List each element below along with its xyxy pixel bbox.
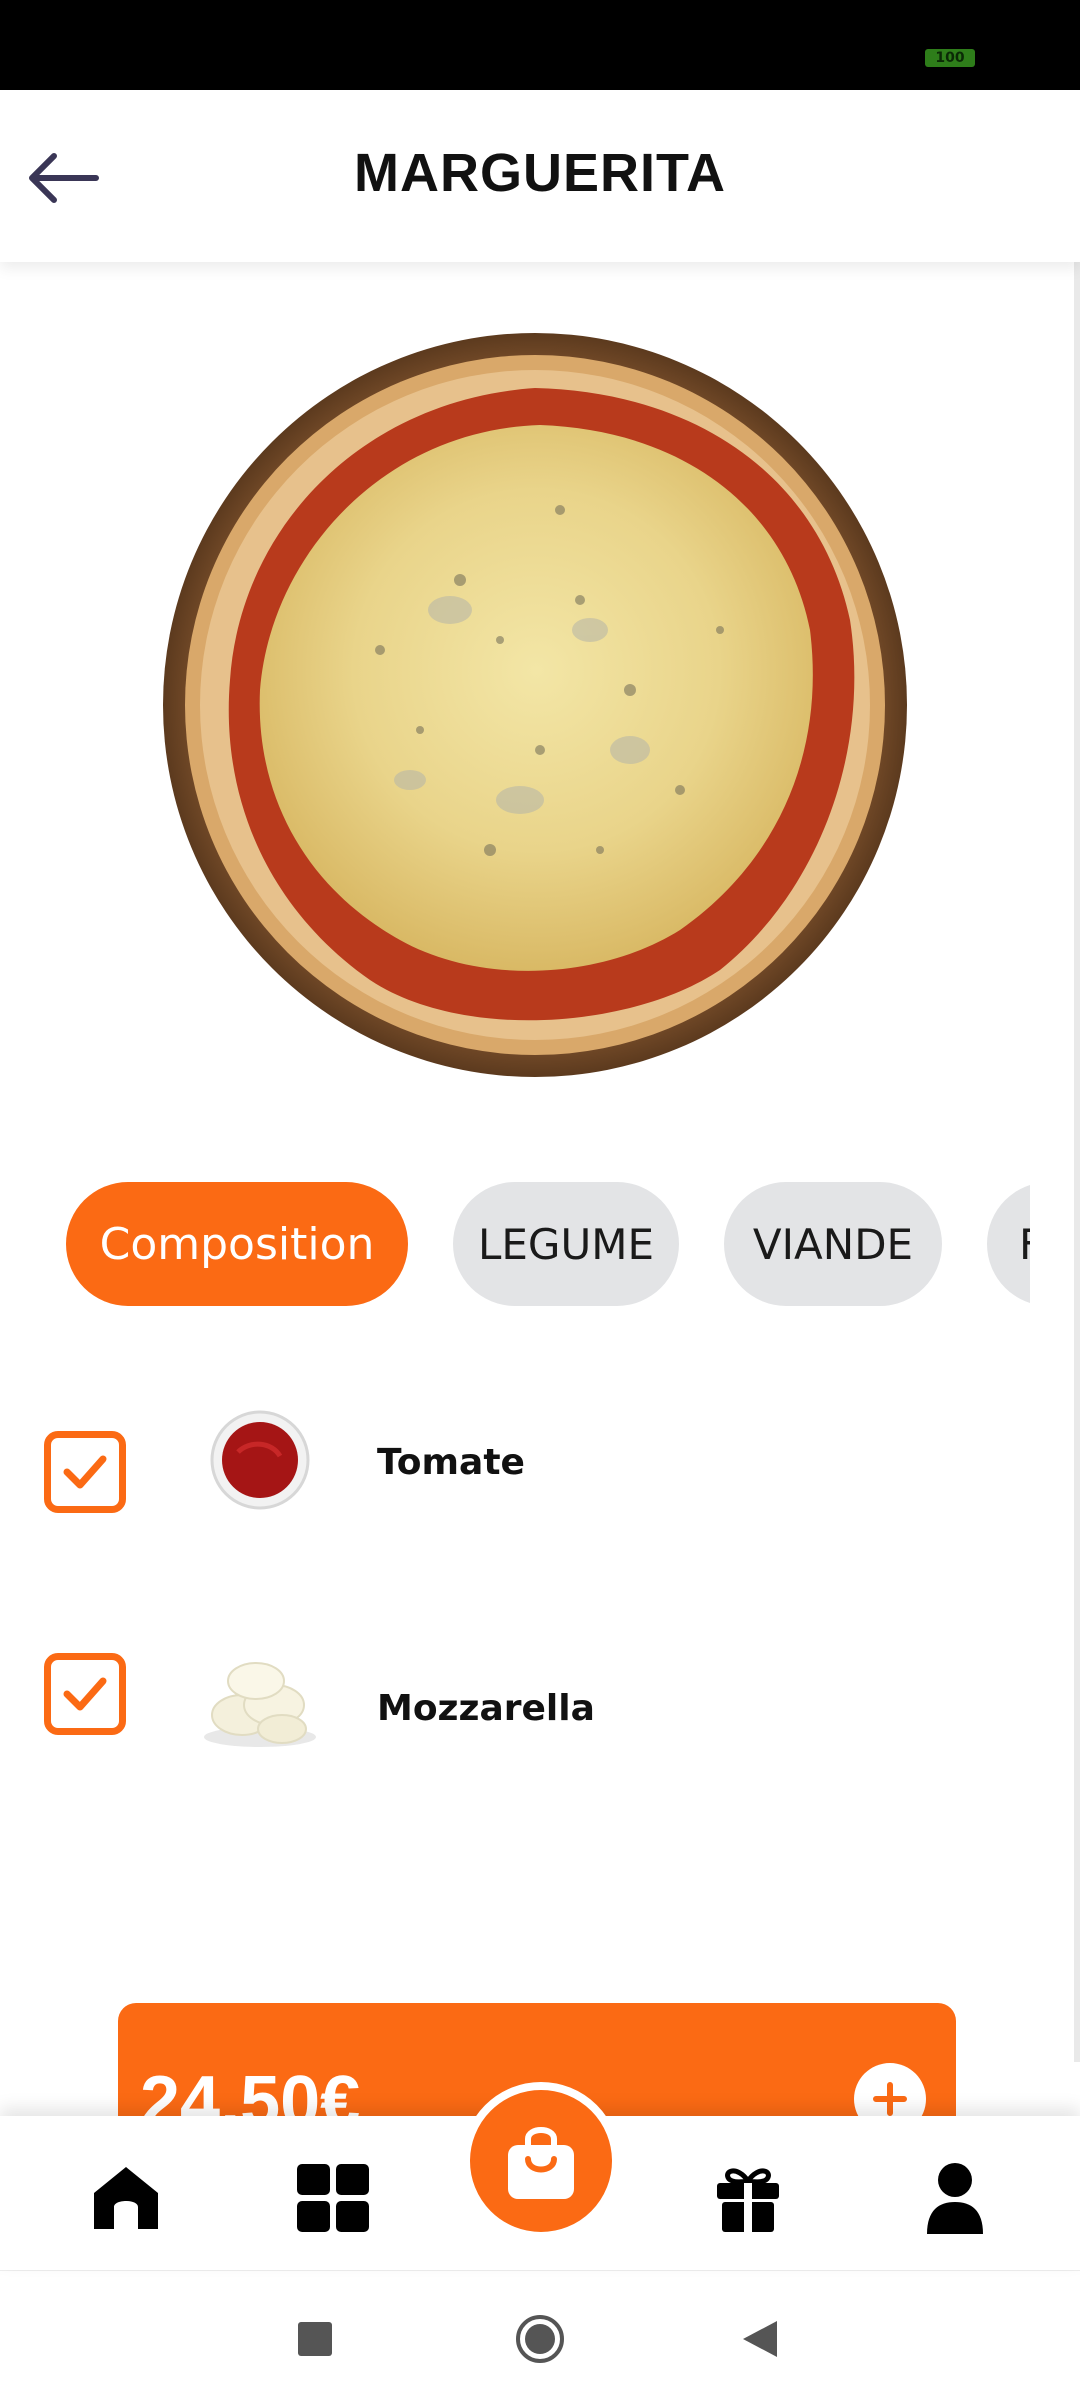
- status-bar: 100: [0, 0, 1080, 90]
- app-header: MARGUERITA: [0, 90, 1080, 262]
- tab-viande[interactable]: VIANDE: [724, 1182, 942, 1306]
- check-icon: [63, 1677, 107, 1711]
- nav-menu[interactable]: [293, 2158, 373, 2238]
- tomato-sauce-image: [190, 1390, 330, 1530]
- ingredient-name: Mozzarella: [377, 1688, 595, 1729]
- circle-icon: [516, 2315, 564, 2363]
- grid-icon: [297, 2164, 369, 2232]
- check-icon: [63, 1455, 107, 1489]
- category-tabs: Composition LEGUME VIANDE F: [66, 1182, 1030, 1306]
- ingredient-checkbox[interactable]: [44, 1653, 126, 1735]
- plus-circle-icon: [873, 2082, 907, 2116]
- nav-cart[interactable]: [462, 2082, 620, 2240]
- home-icon: [94, 2167, 158, 2229]
- system-navigation-bar: [0, 2270, 1080, 2400]
- bottom-navigation: [0, 2082, 1080, 2270]
- gift-icon: [717, 2168, 779, 2233]
- nav-home[interactable]: [86, 2158, 166, 2238]
- product-image: [160, 330, 910, 1080]
- ingredient-row: Mozzarella: [0, 1625, 1074, 1775]
- recent-apps-button[interactable]: [285, 2309, 345, 2369]
- triangle-back-icon: [743, 2321, 777, 2357]
- nav-gifts[interactable]: [708, 2158, 788, 2238]
- scrollbar[interactable]: [1074, 262, 1080, 2062]
- ingredient-row: Tomate: [0, 1385, 1074, 1535]
- battery-icon: 100: [925, 49, 975, 67]
- shopping-bag-icon: [508, 2127, 574, 2199]
- user-icon: [927, 2163, 983, 2234]
- square-icon: [298, 2322, 332, 2356]
- ingredient-checkbox[interactable]: [44, 1431, 126, 1513]
- home-button[interactable]: [510, 2309, 570, 2369]
- tab-legume[interactable]: LEGUME: [453, 1182, 679, 1306]
- pizza-image: [163, 333, 907, 1077]
- back-system-button[interactable]: [730, 2309, 790, 2369]
- nav-profile[interactable]: [915, 2158, 995, 2238]
- screen: 100 MARGUERITA Composition LEGUME VIANDE…: [0, 0, 1080, 2400]
- tab-partial[interactable]: F: [987, 1182, 1030, 1306]
- tab-composition[interactable]: Composition: [66, 1182, 408, 1306]
- mozzarella-image: [190, 1625, 330, 1765]
- page-title: MARGUERITA: [354, 143, 726, 203]
- ingredient-name: Tomate: [377, 1442, 525, 1483]
